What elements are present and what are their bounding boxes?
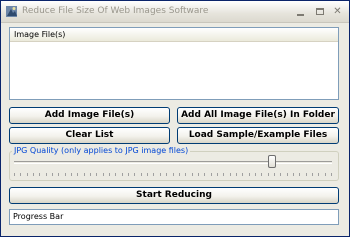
slider-tick [255,173,256,176]
slider-tick [185,173,186,176]
slider-tick [65,173,66,176]
add-image-files-button[interactable]: Add Image File(s) [9,107,170,124]
jpg-quality-slider-thumb[interactable] [268,155,276,168]
slider-tick [261,173,262,176]
load-sample-files-button[interactable]: Load Sample/Example Files [177,127,339,144]
slider-tick [331,173,332,176]
minimize-button[interactable] [292,4,309,19]
slider-tick [14,173,15,176]
slider-tick [109,173,110,176]
window-title: Reduce File Size Of Web Images Software [22,6,209,16]
slider-tick [312,173,313,176]
slider-tick [96,173,97,176]
slider-tick [242,173,243,176]
add-all-in-folder-button[interactable]: Add All Image File(s) In Folder [177,107,339,124]
slider-tick [192,173,193,176]
slider-tick [134,173,135,176]
slider-tick [128,173,129,176]
maximize-icon [315,8,324,15]
slider-tick [280,173,281,176]
jpg-quality-slider-track[interactable] [14,161,332,164]
slider-tick [122,173,123,176]
slider-tick [141,173,142,176]
slider-tick [160,173,161,176]
slider-tick [20,173,21,176]
slider-tick [299,173,300,176]
slider-tick [39,173,40,176]
slider-tick [217,173,218,176]
start-reducing-button[interactable]: Start Reducing [9,187,339,204]
jpg-quality-label: JPG Quality (only applies to JPG image f… [12,146,191,155]
slider-tick [166,173,167,176]
minimize-icon [297,13,304,16]
slider-tick [27,173,28,176]
slider-tick [268,173,269,176]
title-bar[interactable]: Reduce File Size Of Web Images Software … [1,1,349,23]
slider-tick [198,173,199,176]
slider-tick [223,173,224,176]
column-header-image-files[interactable]: Image File(s) [10,28,338,42]
image-file-list[interactable]: Image File(s) [9,27,339,100]
slider-tick [230,173,231,176]
slider-tick [153,173,154,176]
slider-tick [204,173,205,176]
slider-tick [71,173,72,176]
app-icon [6,6,17,17]
slider-tick [115,173,116,176]
slider-tick [147,173,148,176]
slider-tick [58,173,59,176]
jpg-quality-group [9,151,339,181]
slider-tick [249,173,250,176]
slider-tick [293,173,294,176]
slider-tick [306,173,307,176]
maximize-button[interactable] [311,4,328,19]
slider-tick [77,173,78,176]
slider-ticks [14,173,332,176]
slider-tick [46,173,47,176]
slider-tick [33,173,34,176]
slider-tick [236,173,237,176]
slider-tick [325,173,326,176]
slider-tick [103,173,104,176]
slider-tick [287,173,288,176]
progress-bar: Progress Bar [9,209,339,225]
slider-tick [173,173,174,176]
slider-tick [318,173,319,176]
slider-tick [52,173,53,176]
close-icon: ✕ [333,5,342,17]
main-window: Reduce File Size Of Web Images Software … [0,0,350,237]
slider-tick [211,173,212,176]
slider-tick [90,173,91,176]
close-button[interactable]: ✕ [329,4,346,19]
slider-tick [274,173,275,176]
slider-tick [179,173,180,176]
slider-tick [84,173,85,176]
clear-list-button[interactable]: Clear List [9,127,170,144]
